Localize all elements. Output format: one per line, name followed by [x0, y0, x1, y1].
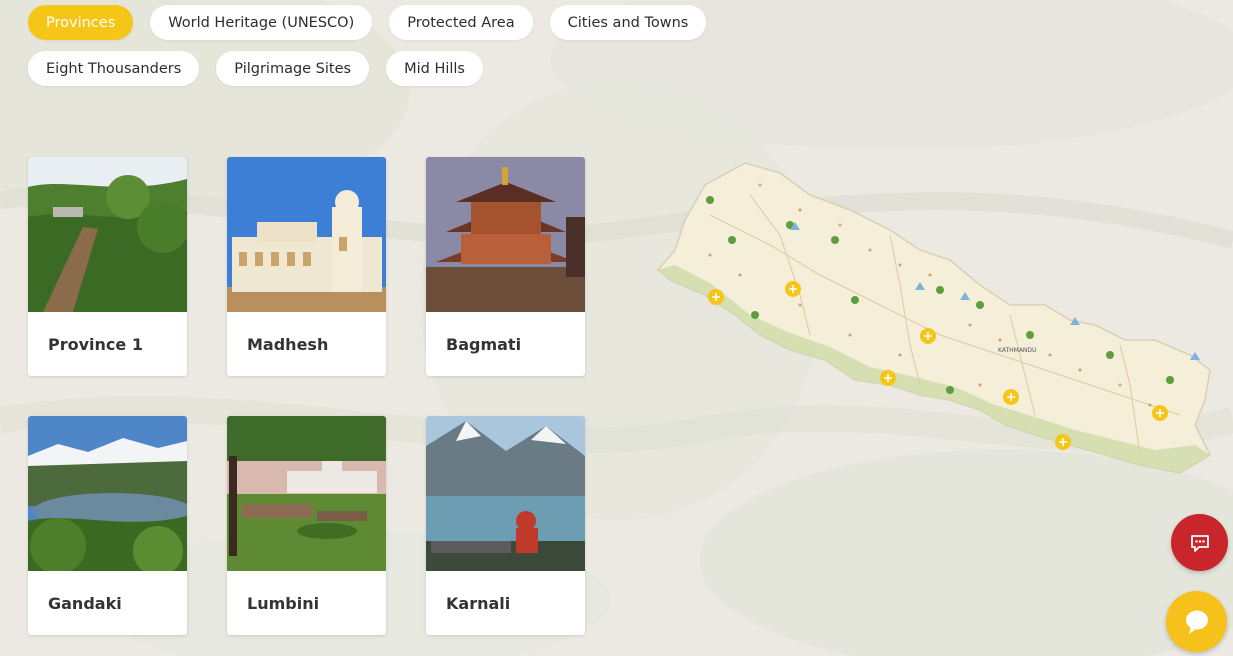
plus-circle-icon[interactable] [880, 370, 896, 386]
plus-circle-icon[interactable] [785, 281, 801, 297]
filter-provinces[interactable]: Provinces [28, 5, 134, 40]
province-name: Gandaki [48, 593, 122, 613]
message-icon [1185, 610, 1208, 634]
province-card-bagmati[interactable]: Bagmati [426, 157, 585, 376]
filter-row-2: Eight Thousanders Pilgrimage Sites Mid H… [28, 51, 706, 86]
filter-mid-hills[interactable]: Mid Hills [386, 51, 483, 86]
capital-label: KATHMANDU [998, 347, 1036, 354]
province-cards: Province 1 Madhesh Bagmati Gandaki Lumbi… [28, 157, 585, 635]
karnali-photo [426, 416, 585, 571]
plus-circle-icon[interactable] [708, 289, 724, 305]
lumbini-photo [227, 416, 386, 571]
province-card-1[interactable]: Province 1 [28, 157, 187, 376]
province-card-madhesh[interactable]: Madhesh [227, 157, 386, 376]
filter-row-1: Provinces World Heritage (UNESCO) Protec… [28, 5, 707, 40]
province-1-photo [28, 157, 187, 312]
province-name: Madhesh [247, 334, 329, 354]
bagmati-photo [426, 157, 585, 312]
chat-button[interactable] [1171, 514, 1228, 571]
messenger-button[interactable] [1166, 591, 1227, 652]
filter-pilgrimage-sites[interactable]: Pilgrimage Sites [216, 51, 370, 86]
filter-protected-area[interactable]: Protected Area [389, 5, 533, 40]
province-card-karnali[interactable]: Karnali [426, 416, 585, 635]
plus-circle-icon[interactable] [1055, 434, 1071, 450]
province-name: Bagmati [446, 334, 522, 354]
filter-cities-towns[interactable]: Cities and Towns [549, 5, 707, 40]
filter-world-heritage[interactable]: World Heritage (UNESCO) [150, 5, 373, 40]
filter-eight-thousanders[interactable]: Eight Thousanders [28, 51, 200, 86]
province-name: Karnali [446, 593, 511, 613]
province-name: Lumbini [247, 593, 320, 613]
plus-circle-icon[interactable] [1003, 389, 1019, 405]
gandaki-photo [28, 416, 187, 571]
province-card-lumbini[interactable]: Lumbini [227, 416, 386, 635]
nepal-map[interactable]: KATHMANDU [650, 155, 1220, 485]
chat-bubble-icon [1190, 534, 1209, 552]
category-filters: Provinces World Heritage (UNESCO) Protec… [28, 5, 707, 97]
madhesh-photo [227, 157, 386, 312]
plus-circle-icon[interactable] [1152, 405, 1168, 421]
province-card-gandaki[interactable]: Gandaki [28, 416, 187, 635]
plus-circle-icon[interactable] [920, 328, 936, 344]
nepal-map-graphic: KATHMANDU [656, 162, 1211, 474]
province-name: Province 1 [48, 334, 143, 354]
